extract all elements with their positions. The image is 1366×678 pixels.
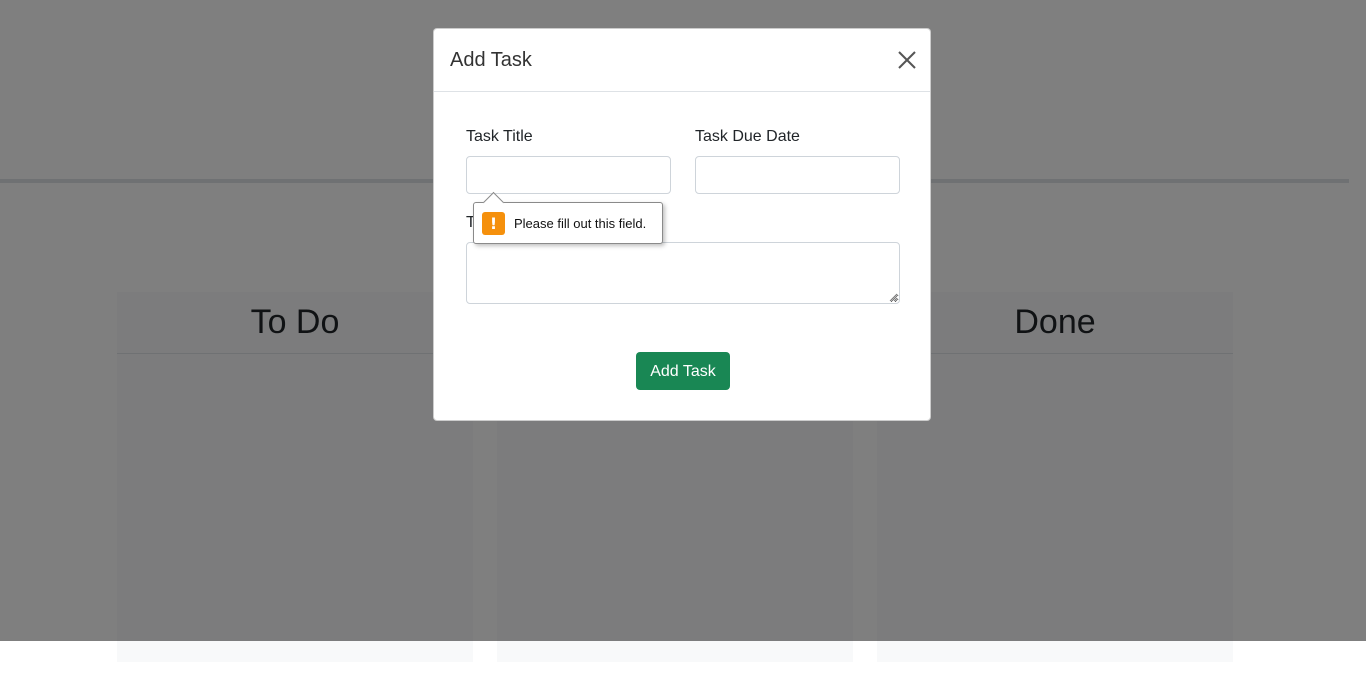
close-icon (898, 51, 916, 69)
task-due-date-label: Task Due Date (695, 128, 800, 145)
add-task-button[interactable]: Add Task (636, 352, 730, 390)
close-button[interactable] (896, 49, 918, 71)
validation-message: Please fill out this field. (514, 216, 647, 231)
resize-grip-icon[interactable] (889, 293, 898, 302)
modal-header: Add Task (434, 29, 930, 92)
task-title-input[interactable] (466, 156, 671, 194)
task-description-textarea[interactable] (466, 242, 900, 304)
validation-tooltip: ! Please fill out this field. (473, 191, 663, 244)
modal-title: Add Task (450, 49, 532, 71)
task-due-date-input[interactable] (695, 156, 900, 194)
page: To Do Done Add Task Task Title Task Due … (0, 0, 1366, 678)
task-title-label: Task Title (466, 128, 533, 145)
task-description-wrapper (466, 242, 900, 304)
warning-icon: ! (482, 212, 505, 235)
